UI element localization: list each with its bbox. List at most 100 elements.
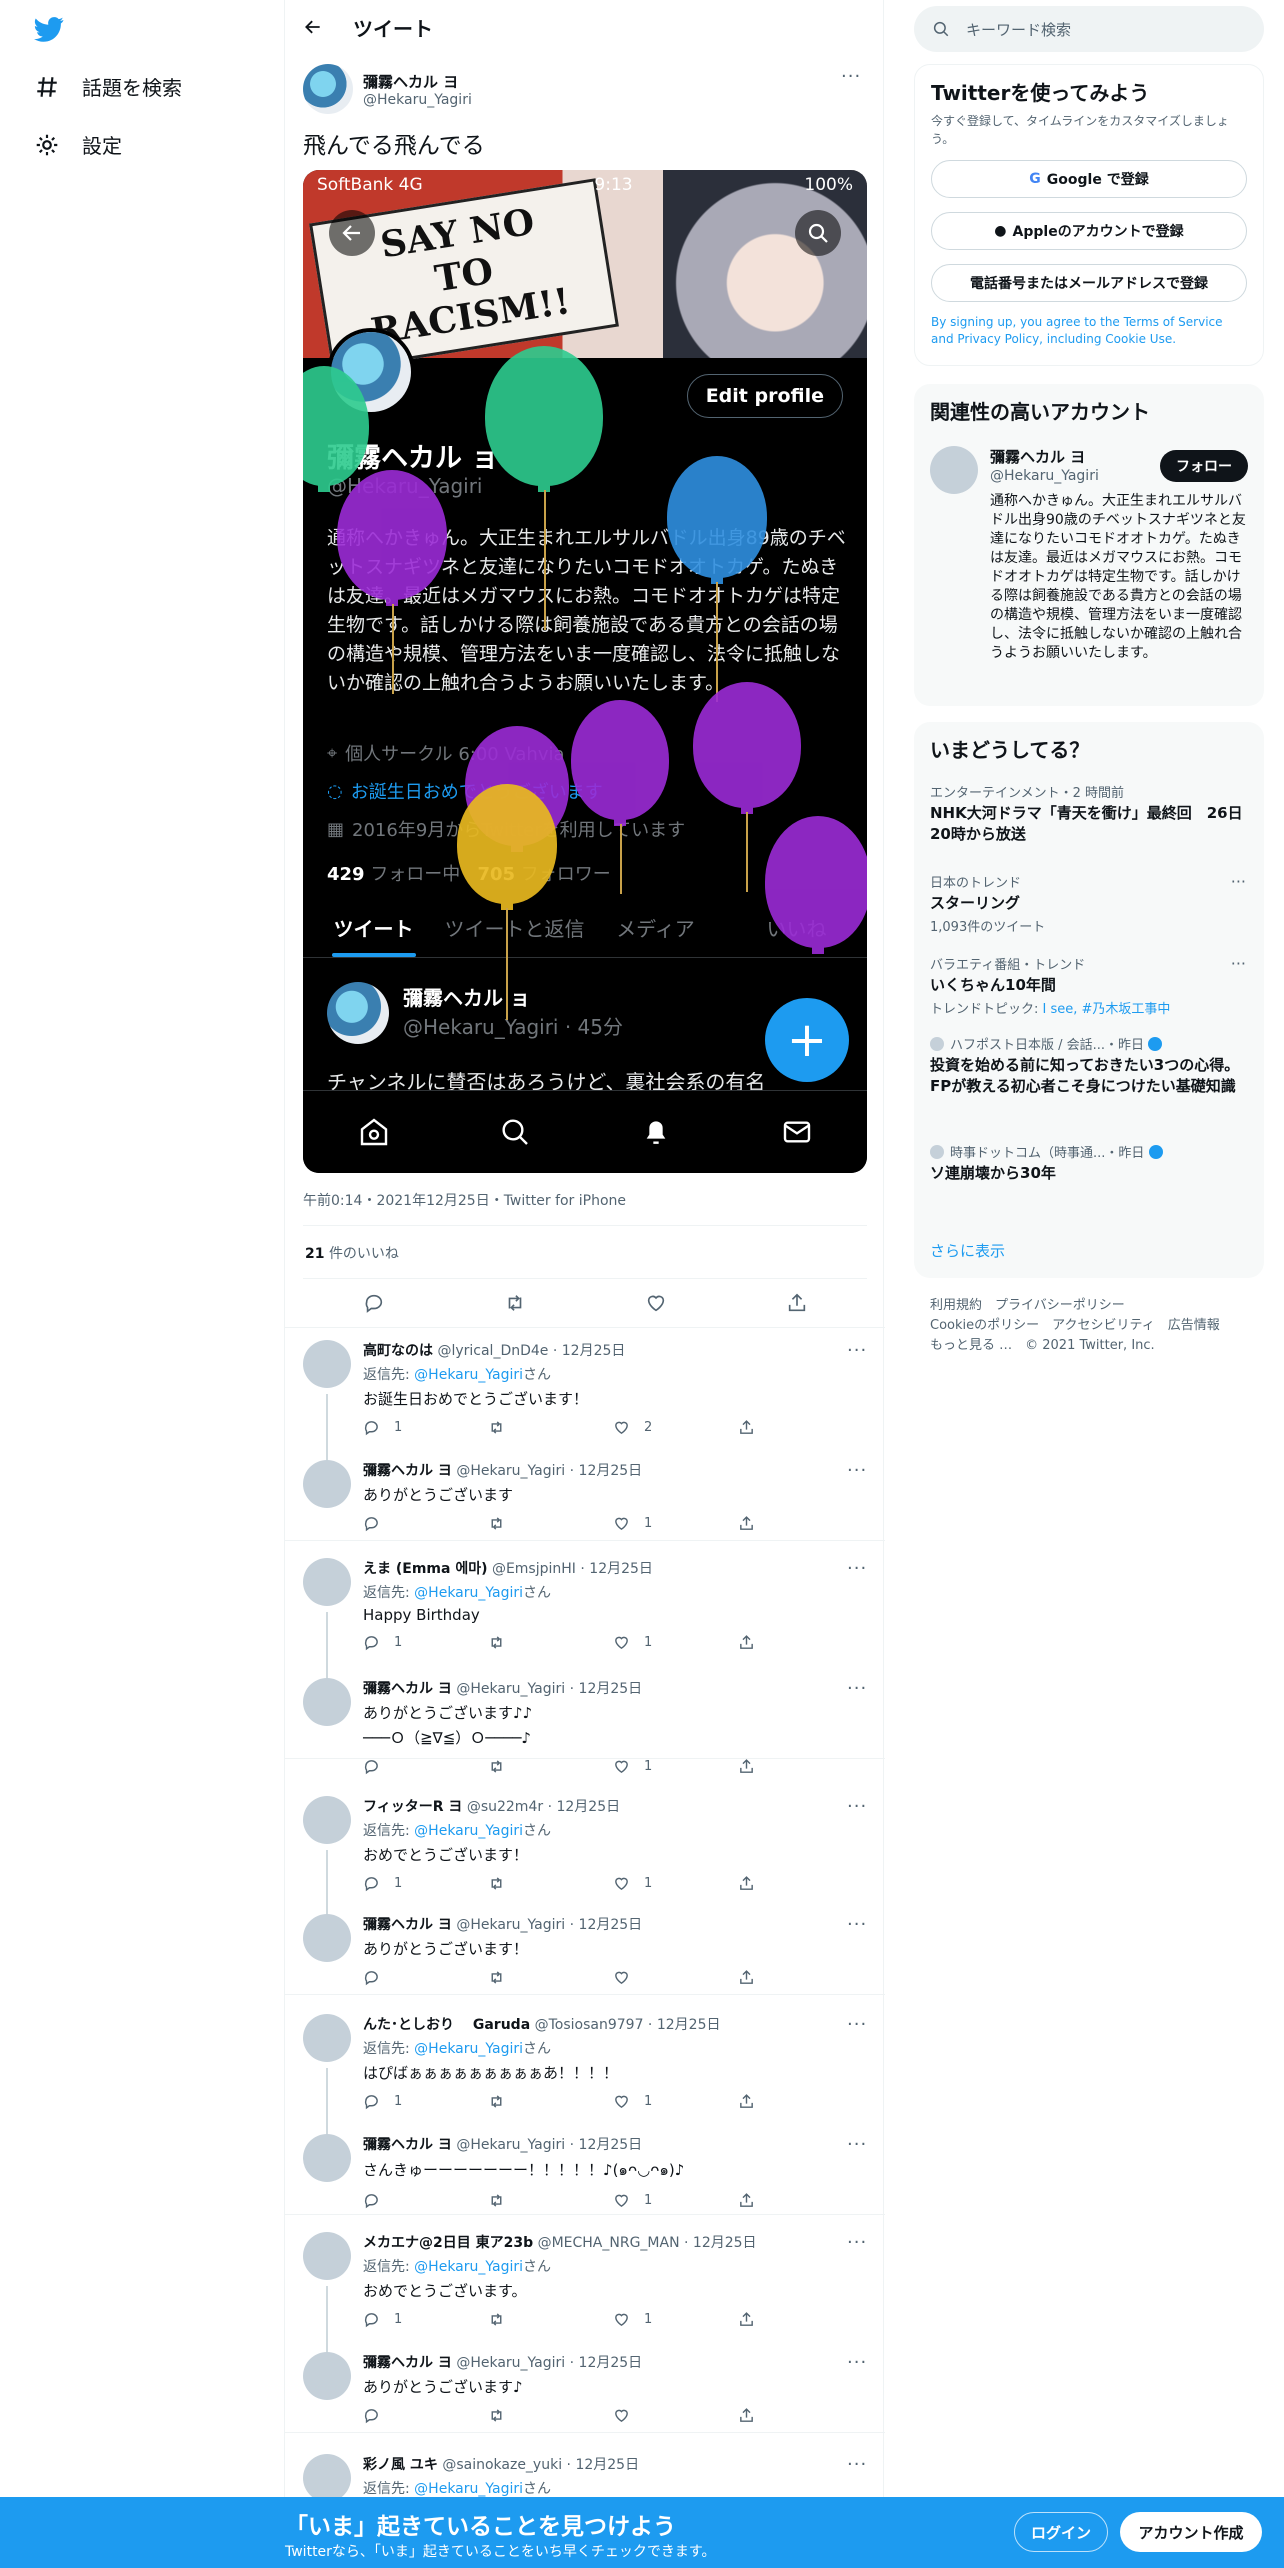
more-options-icon[interactable]: ··· (1231, 954, 1246, 973)
footer-line-1[interactable]: 利用規約 プライバシーポリシー (930, 1296, 1250, 1316)
reply-button[interactable]: 1 (363, 2093, 488, 2110)
apple-signup-button[interactable]: ● Appleのアカウントで登録 (931, 212, 1247, 250)
avatar[interactable] (303, 1340, 351, 1388)
reply-author-handle[interactable]: @EmsjpinHI (492, 1561, 576, 1577)
nav-settings[interactable]: 設定 (34, 130, 122, 159)
reply-date[interactable]: 12月25日 (579, 1681, 643, 1697)
retweet-button[interactable] (488, 1969, 613, 1986)
relevant-handle[interactable]: @Hekaru_Yagiri (990, 468, 1099, 484)
avatar[interactable] (303, 1558, 351, 1606)
reply-to-handle[interactable]: @Hekaru_Yagiri (414, 2259, 523, 2275)
tweet-author[interactable]: 彌霧ヘカル ヨ @Hekaru_Yagiri (303, 64, 472, 114)
trend-item[interactable]: バラエティ番組・トレンド いくちゃん10年間 トレンドトピック: I see, #乃… (930, 954, 1246, 1017)
reply-button[interactable] (363, 2192, 488, 2209)
relevant-name[interactable]: 彌霧ヘカル ヨ (990, 446, 1085, 467)
share-icon[interactable] (786, 1292, 808, 1314)
author-handle[interactable]: @Hekaru_Yagiri (363, 92, 472, 108)
more-options-icon[interactable]: ··· (847, 2134, 867, 2155)
retweet-button[interactable] (488, 1515, 613, 1532)
avatar[interactable] (303, 2454, 351, 2502)
retweet-icon[interactable] (504, 1292, 526, 1314)
search-input[interactable]: キーワード検索 (914, 6, 1264, 52)
signup-button[interactable]: アカウント作成 (1120, 2512, 1262, 2552)
share-button[interactable] (738, 1875, 863, 1892)
privacy-link[interactable]: Privacy Policy (957, 332, 1039, 346)
reply-date[interactable]: 12月25日 (579, 1917, 643, 1933)
login-button[interactable]: ログイン (1014, 2512, 1108, 2552)
reply-author-name[interactable]: 彌霧ヘカル ヨ (363, 1681, 452, 1697)
reply-author-handle[interactable]: @sainokaze_yuki (442, 2457, 562, 2473)
trend-item[interactable]: 日本のトレンド スターリング 1,093件のツイート ··· (930, 872, 1246, 935)
retweet-button[interactable] (488, 2311, 613, 2328)
reply-date[interactable]: 12月25日 (579, 1463, 643, 1479)
reply-date[interactable]: 12月25日 (562, 1343, 626, 1359)
reply-author-handle[interactable]: @Hekaru_Yagiri (456, 1681, 565, 1697)
like-button[interactable]: 1 (613, 2311, 738, 2328)
reply-author-handle[interactable]: @lyrical_DnD4e (437, 1343, 548, 1359)
reply-to-handle[interactable]: @Hekaru_Yagiri (414, 1585, 523, 1601)
avatar[interactable] (303, 2014, 351, 2062)
reply-date[interactable]: 12月25日 (575, 2457, 639, 2473)
reply-author-handle[interactable]: @Hekaru_Yagiri (456, 1917, 565, 1933)
more-options-icon[interactable]: ··· (847, 1340, 867, 1361)
reply-to-handle[interactable]: @Hekaru_Yagiri (414, 1367, 523, 1383)
like-button[interactable]: 1 (613, 1758, 738, 1775)
avatar[interactable] (303, 2232, 351, 2280)
reply-author-handle[interactable]: @MECHA_NRG_MAN (538, 2235, 680, 2251)
reply-button[interactable] (363, 2407, 488, 2424)
footer-line-2[interactable]: Cookieのポリシー アクセシビリティ 広告情報 (930, 1316, 1250, 1336)
reply-date[interactable]: 12月25日 (589, 1561, 653, 1577)
reply-button[interactable] (363, 1969, 488, 1986)
reply-date[interactable]: 12月25日 (556, 1799, 620, 1815)
footer-line-3[interactable]: もっと見る … © 2021 Twitter, Inc. (930, 1336, 1250, 1356)
reply-author-handle[interactable]: @Hekaru_Yagiri (456, 2355, 565, 2371)
likes-count[interactable]: 21 件のいいね (305, 1243, 399, 1263)
show-more-link[interactable]: さらに表示 (930, 1240, 1005, 1261)
terms-link[interactable]: Terms of Service (1124, 315, 1223, 329)
reply-button[interactable] (363, 1758, 488, 1775)
reply-to-handle[interactable]: @Hekaru_Yagiri (414, 1823, 523, 1839)
retweet-button[interactable] (488, 2192, 613, 2209)
trend-item[interactable]: 時事ドットコム（時事通...・昨日 ソ連崩壊から30年 (930, 1142, 1246, 1184)
trend-item[interactable]: エンターテインメント・2 時間前 NHK大河ドラマ「青天を衝け」最終回 26日20… (930, 782, 1246, 845)
share-button[interactable] (738, 1969, 863, 1986)
reply-author-name[interactable]: 彌霧ヘカル ヨ (363, 1463, 452, 1479)
reply-date[interactable]: 12月25日 (657, 2017, 721, 2033)
reply-button[interactable]: 1 (363, 1875, 488, 1892)
retweet-button[interactable] (488, 1758, 613, 1775)
retweet-button[interactable] (488, 2407, 613, 2424)
reply-author-name[interactable]: 彩ノ風 ユキ (363, 2457, 438, 2473)
share-button[interactable] (738, 2192, 863, 2209)
like-button[interactable] (613, 2407, 738, 2424)
reply-author-name[interactable]: 彌霧ヘカル ヨ (363, 2355, 452, 2371)
avatar[interactable] (303, 2352, 351, 2400)
more-options-icon[interactable]: ··· (847, 1678, 867, 1699)
phone-signup-button[interactable]: 電話番号またはメールアドレスで登録 (931, 264, 1247, 302)
like-icon[interactable] (645, 1292, 667, 1314)
reply-author-handle[interactable]: @su22m4r (467, 1799, 543, 1815)
share-button[interactable] (738, 1515, 863, 1532)
more-options-icon[interactable]: ··· (847, 1460, 867, 1481)
google-signup-button[interactable]: G Google で登録 (931, 160, 1247, 198)
retweet-button[interactable] (488, 2093, 613, 2110)
reply-icon[interactable] (363, 1292, 385, 1314)
twitter-logo-icon[interactable] (32, 14, 66, 44)
avatar[interactable] (303, 64, 353, 114)
trend-item[interactable]: ハフポスト日本版 / 会話...・昨日 投資を始める前に知っておきたい3つの心得… (930, 1034, 1246, 1097)
reply-author-name[interactable]: 高町なのは (363, 1343, 433, 1359)
follow-button[interactable]: フォロー (1160, 450, 1248, 482)
more-options-icon[interactable]: ··· (847, 2352, 867, 2373)
reply-button[interactable] (363, 1515, 488, 1532)
reply-button[interactable]: 1 (363, 1634, 488, 1651)
reply-author-name[interactable]: 彌霧ヘカル ヨ (363, 1917, 452, 1933)
share-button[interactable] (738, 1758, 863, 1775)
reply-author-handle[interactable]: @Tosiosan9797 (535, 2017, 644, 2033)
back-arrow-icon[interactable] (303, 17, 323, 37)
nav-explore[interactable]: 話題を検索 (34, 72, 182, 101)
avatar[interactable] (930, 446, 978, 494)
like-button[interactable] (613, 1969, 738, 1986)
trend-sub-link[interactable]: I see, #乃木坂工事中 (1043, 1002, 1171, 1017)
share-button[interactable] (738, 2311, 863, 2328)
more-options-icon[interactable]: ··· (847, 2232, 867, 2253)
like-button[interactable]: 1 (613, 1634, 738, 1651)
